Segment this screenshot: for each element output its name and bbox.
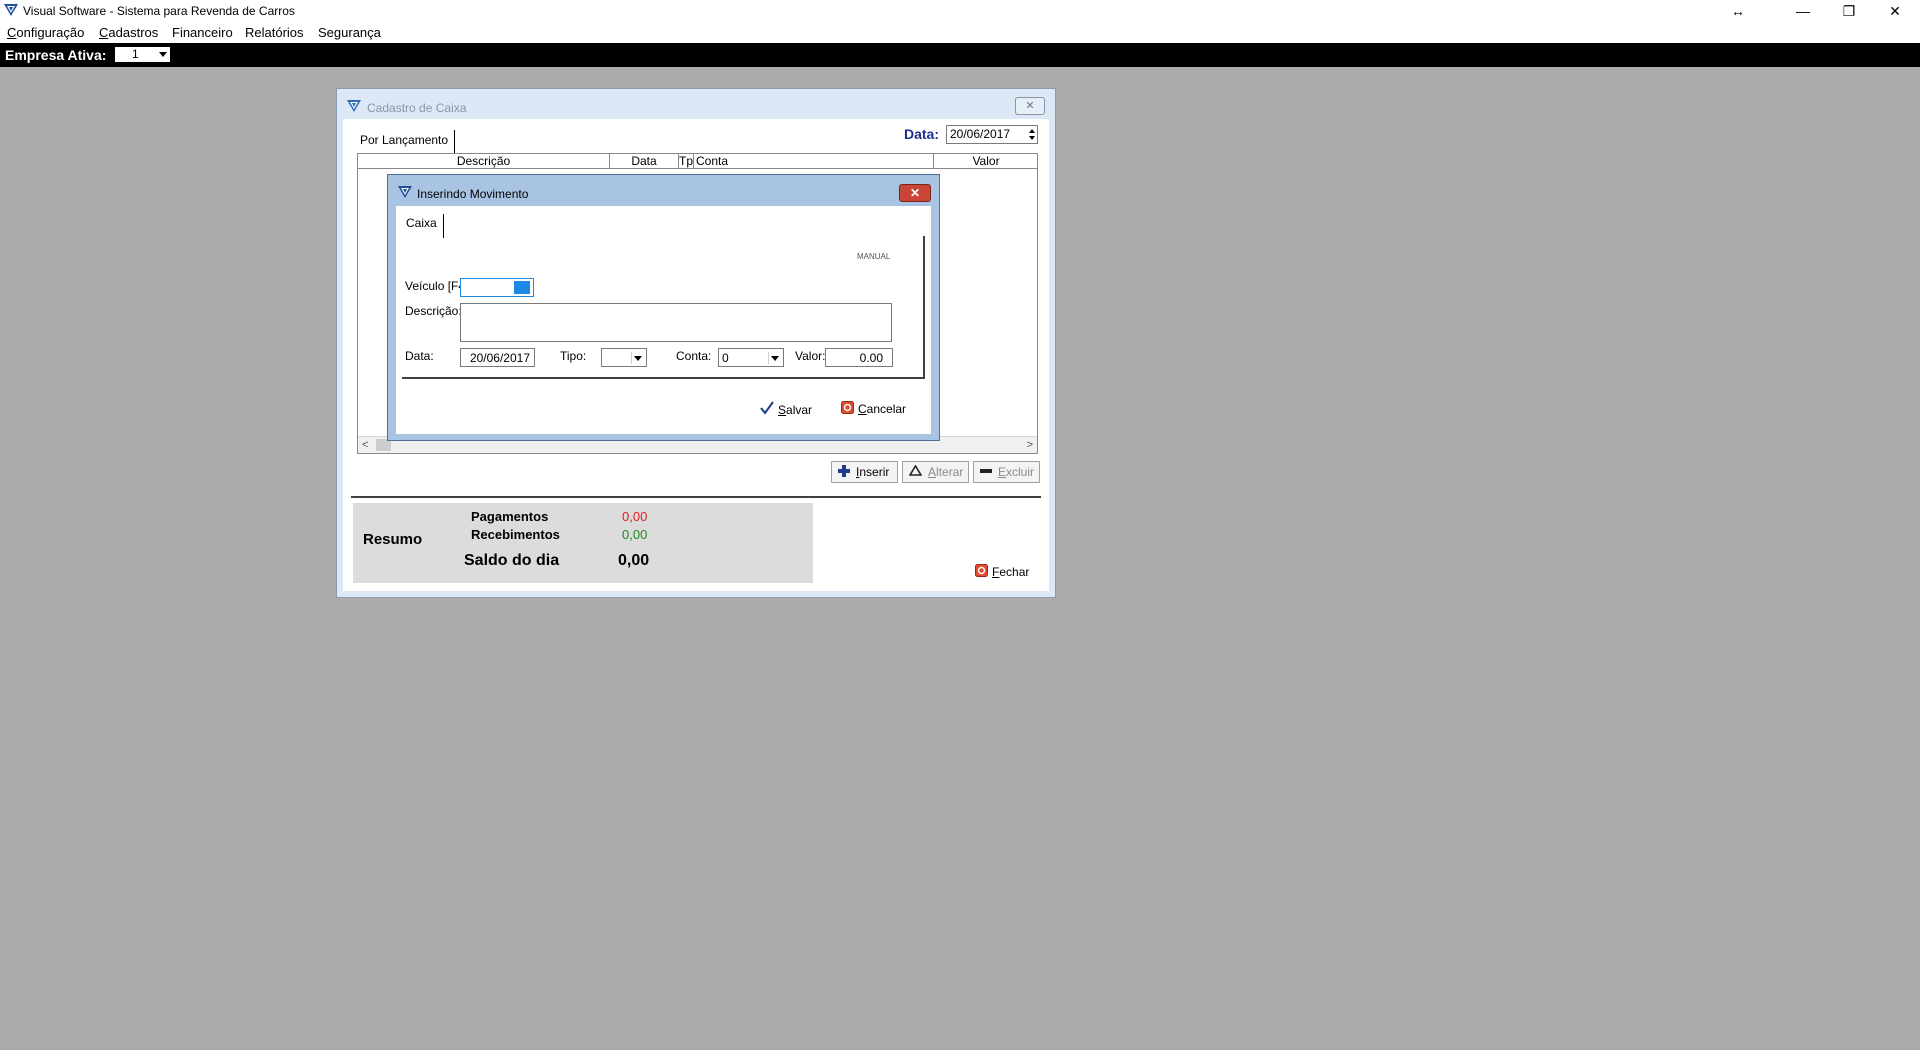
descricao-field[interactable] [460, 303, 892, 342]
empresa-bar: Empresa Ativa: 1 [0, 43, 1920, 67]
column-conta[interactable]: Conta [694, 154, 934, 169]
tipo-select[interactable] [601, 348, 647, 367]
app-title: Visual Software - Sistema para Revenda d… [23, 4, 295, 18]
valor-value: 0.00 [859, 351, 883, 365]
scroll-right-icon[interactable]: > [1027, 439, 1033, 451]
empresa-value: 1 [132, 47, 139, 61]
triangle-icon [908, 464, 923, 479]
chevron-down-icon[interactable] [771, 356, 779, 361]
column-data[interactable]: Data [610, 154, 679, 169]
tab-caixa[interactable]: Caixa [406, 214, 444, 238]
data-label: Data: [904, 126, 940, 142]
conta-select[interactable]: 0 [718, 348, 784, 367]
movimento-panel: MANUAL Veículo [F4]: Descrição: Data: 20… [402, 236, 925, 379]
saldo-value: 0,00 [618, 552, 650, 569]
menu-relatorios[interactable]: Relatórios [245, 25, 304, 40]
empresa-select[interactable]: 1 [115, 47, 170, 62]
menu-cadastros[interactable]: Cadastros [99, 25, 158, 40]
minus-icon [980, 465, 992, 480]
spin-down-icon[interactable] [1029, 136, 1035, 140]
column-tp[interactable]: Tp [679, 154, 694, 169]
salvar-button[interactable]: Salvar [760, 401, 812, 418]
data-date-picker[interactable]: 20/06/2017 [946, 125, 1038, 144]
conta-value: 0 [722, 351, 729, 365]
veiculo-selection [514, 281, 530, 294]
tipo-label: Tipo: [560, 349, 587, 363]
resize-icon[interactable]: ↔ [1715, 0, 1761, 22]
menu-financeiro[interactable]: Financeiro [172, 25, 233, 40]
dialog-title: Inserindo Movimento [417, 187, 529, 201]
close-button[interactable]: ✕ [899, 184, 931, 202]
plus-icon [838, 464, 850, 480]
app-logo-icon [398, 185, 412, 202]
cadastro-caixa-caption: Cadastro de Caixa ✕ [337, 89, 1055, 119]
data-value: 20/06/2017 [469, 351, 530, 365]
app-titlebar: Visual Software - Sistema para Revenda d… [0, 0, 1920, 22]
resumo-title: Resumo [363, 531, 423, 548]
conta-label: Conta: [676, 349, 712, 363]
divider [351, 496, 1041, 498]
combo-divider [768, 352, 769, 364]
app-logo-icon [347, 99, 361, 116]
chevron-down-icon [159, 52, 167, 57]
cadastro-caixa-title: Cadastro de Caixa [367, 101, 467, 115]
data-label: Data: [405, 349, 434, 363]
menu-bar: Configuração Cadastros Financeiro Relató… [0, 22, 1920, 43]
close-button[interactable]: ✕ [1872, 0, 1918, 22]
exit-icon [841, 401, 854, 417]
cancelar-button[interactable]: Cancelar [841, 401, 906, 417]
fechar-button[interactable]: Fechar [975, 564, 1029, 580]
pagamentos-label: Pagamentos [471, 509, 549, 524]
excluir-button[interactable]: Excluir [973, 461, 1040, 483]
tab-por-lancamento[interactable]: Por Lançamento [358, 130, 456, 154]
spin-up-icon[interactable] [1029, 129, 1035, 133]
descricao-label: Descrição: [405, 304, 462, 318]
menu-configuracao[interactable]: Configuração [7, 25, 84, 40]
column-descricao[interactable]: Descrição [358, 154, 610, 169]
chevron-down-icon[interactable] [634, 356, 642, 361]
inserir-button[interactable]: Inserir [831, 461, 898, 483]
alterar-button[interactable]: Alterar [902, 461, 969, 483]
valor-field[interactable]: 0.00 [825, 348, 893, 367]
recebimentos-label: Recebimentos [471, 527, 560, 542]
recebimentos-value: 0,00 [622, 527, 648, 542]
dialog-client: Caixa MANUAL Veículo [F4]: Descrição: Da… [396, 206, 931, 434]
data-field[interactable]: 20/06/2017 [460, 348, 535, 367]
empresa-label: Empresa Ativa: [5, 47, 107, 63]
veiculo-field[interactable] [460, 278, 534, 297]
app-logo-icon [4, 3, 18, 20]
saldo-label: Saldo do dia [464, 552, 560, 569]
restore-button[interactable]: ❐ [1826, 0, 1872, 22]
menu-seguranca[interactable]: Segurança [318, 25, 381, 40]
scroll-left-icon[interactable]: < [362, 439, 368, 451]
column-valor[interactable]: Valor [934, 154, 1038, 169]
data-value: 20/06/2017 [950, 127, 1011, 141]
manual-badge: MANUAL [857, 252, 891, 261]
grid-header: Descrição Data Tp Conta Valor [358, 154, 1037, 169]
exit-icon [975, 564, 988, 580]
valor-label: Valor: [795, 349, 826, 363]
close-button[interactable]: ✕ [1015, 97, 1045, 115]
minimize-button[interactable]: — [1780, 0, 1826, 22]
pagamentos-value: 0,00 [622, 509, 648, 524]
checkmark-icon [760, 401, 774, 418]
combo-divider [631, 352, 632, 364]
resumo-panel: Resumo Pagamentos 0,00 Recebimentos 0,00… [353, 503, 813, 583]
inserindo-movimento-dialog: Inserindo Movimento ✕ Caixa MANUAL Veícu… [387, 174, 940, 441]
